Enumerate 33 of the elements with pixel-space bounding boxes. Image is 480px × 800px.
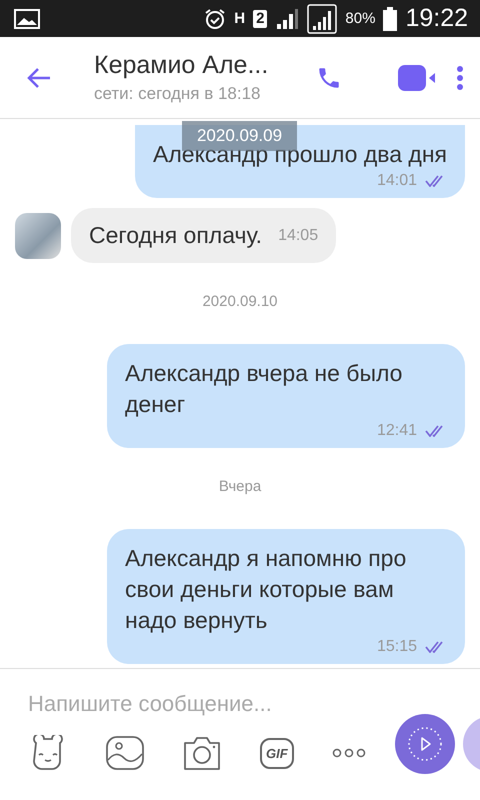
alarm-icon [204, 8, 226, 30]
message-time: 14:05 [278, 226, 318, 244]
sent-message-bubble[interactable]: Александр я напомню про свои деньги которые вам надо вернуть 15:15 [107, 529, 465, 664]
image-icon [14, 8, 40, 28]
avatar-photo-placeholder[interactable] [15, 212, 61, 258]
last-seen: сети: сегодня в 18:18 [94, 84, 262, 104]
message-text: Александр вчера не было денег [125, 359, 404, 419]
play-icon [407, 726, 443, 762]
message-text: Александр я напомню про свои деньги которые вам надо вернуть [125, 544, 408, 635]
message-text: Сегодня оплачу. [89, 221, 262, 250]
network-type: H [234, 10, 246, 27]
back-icon[interactable] [26, 66, 52, 88]
date-separator: Вчера [218, 478, 262, 495]
message-time: 14:01 [376, 172, 417, 190]
received-message-bubble[interactable]: Сегодня оплачу. 14:05 [71, 208, 336, 263]
camera-icon[interactable] [182, 735, 222, 771]
more-icon[interactable] [332, 748, 366, 758]
signal-icon [275, 8, 300, 30]
date-badge: 2020.09.09 [182, 121, 297, 151]
clock: 19:22 [405, 4, 468, 33]
sent-message-bubble[interactable]: Александр вчера не было денег 12:41 [107, 344, 465, 448]
contact-name: Керамио Але... [94, 51, 270, 80]
battery-level: 80% [345, 10, 376, 27]
gallery-icon[interactable] [106, 736, 144, 770]
battery-icon [383, 6, 398, 30]
gif-button[interactable]: GIF [260, 738, 294, 768]
date-separator: 2020.09.10 [202, 293, 278, 310]
signal-icon [307, 4, 338, 34]
more-icon[interactable] [456, 64, 464, 90]
message-time: 15:15 [376, 638, 417, 656]
video-call-icon[interactable] [398, 64, 436, 90]
message-time: 12:41 [376, 422, 417, 440]
sim-number: 2 [253, 10, 268, 28]
